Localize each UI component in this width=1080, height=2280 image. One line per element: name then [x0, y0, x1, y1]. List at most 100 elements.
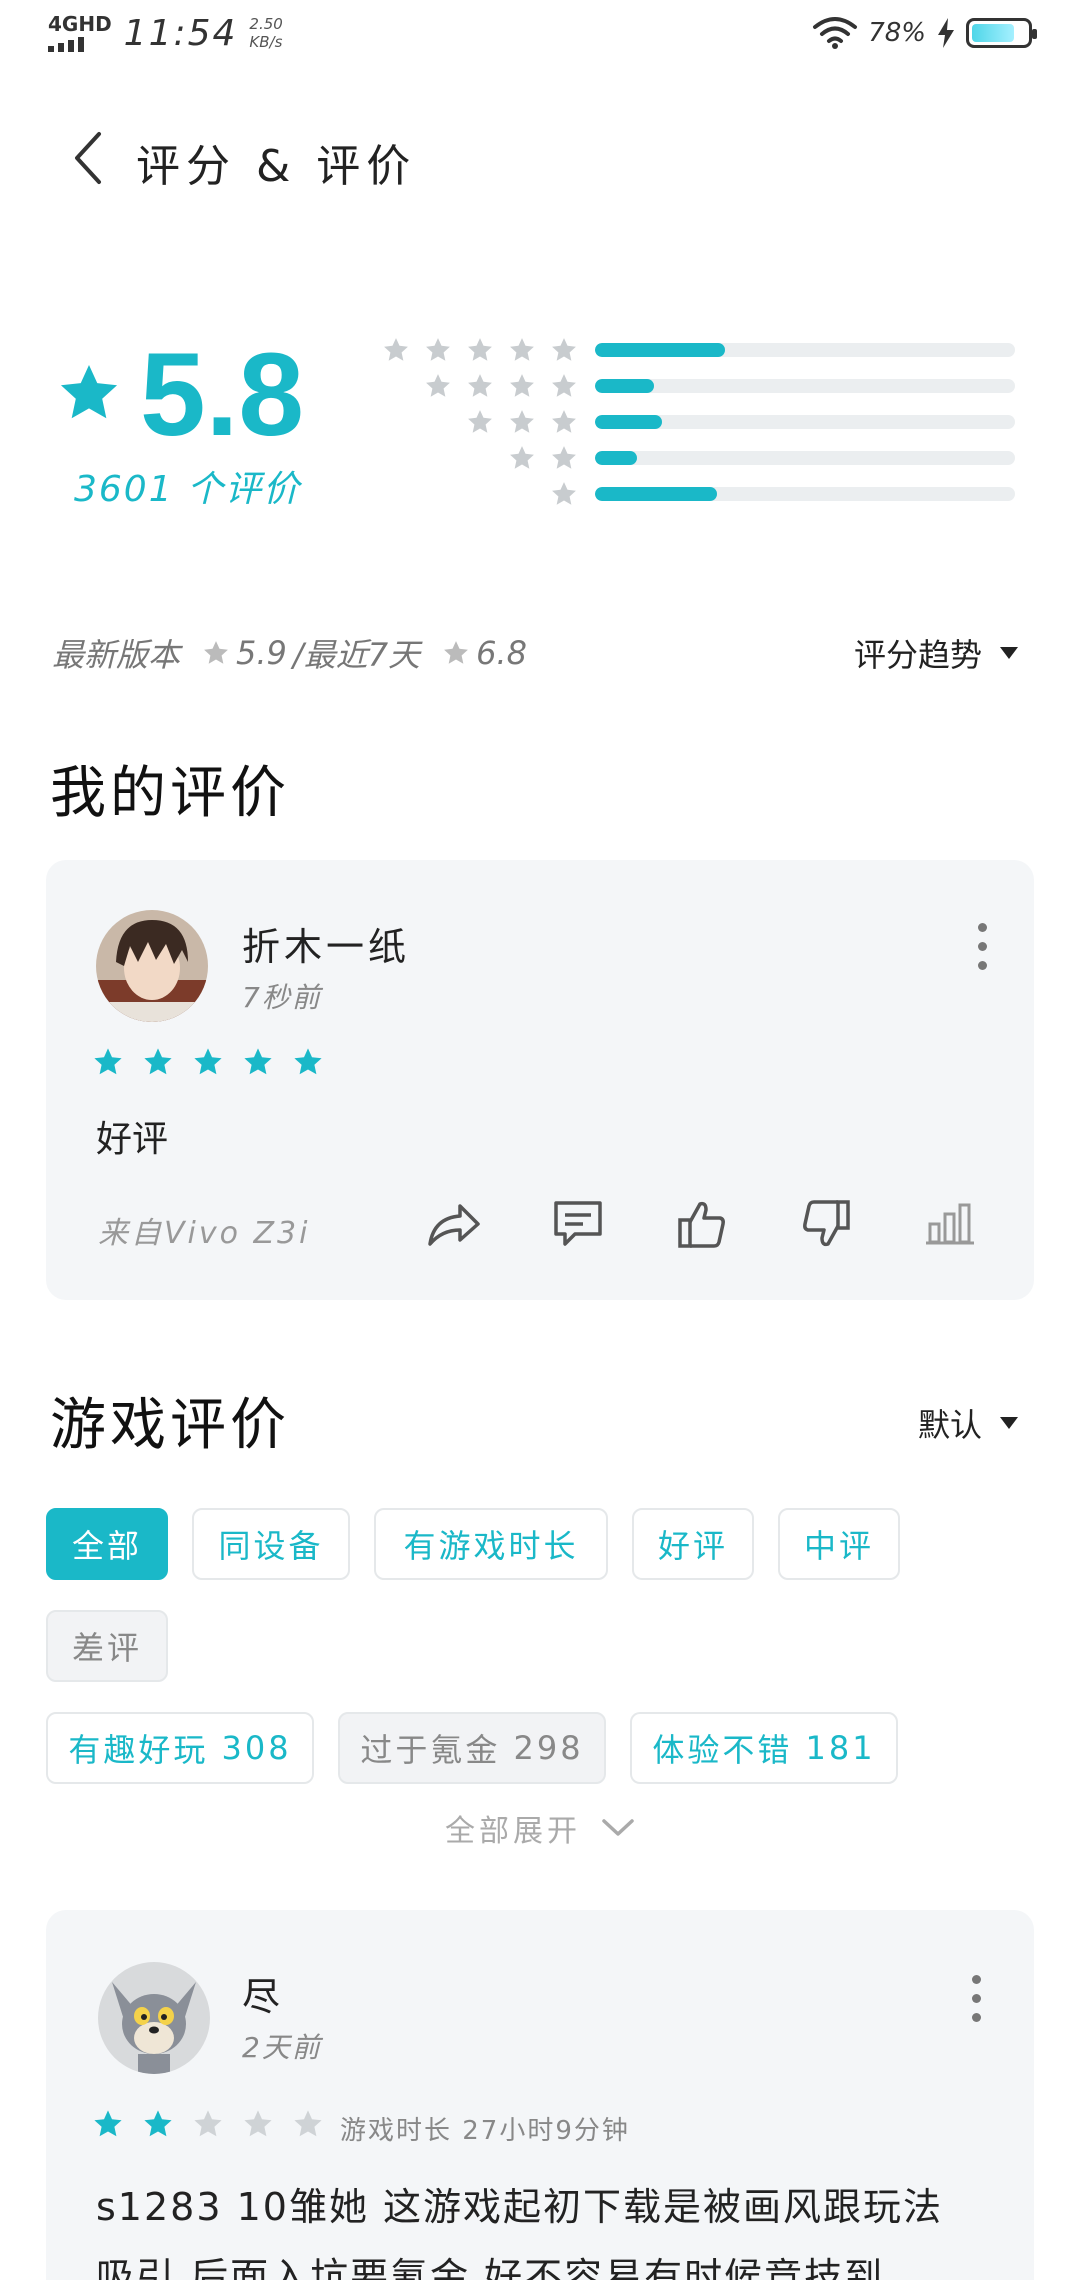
distribution-row [380, 332, 1020, 368]
version-row: 最新版本 5.9 /最近7天 6.8 评分趋势 [0, 620, 1080, 680]
rating-trend-label: 评分趋势 [853, 636, 982, 674]
chevron-down-icon [602, 1819, 634, 1836]
distribution-row [380, 368, 1020, 404]
review-actions [426, 1196, 978, 1252]
rating-trend-button[interactable]: 评分趋势 [854, 630, 1018, 676]
version-scores: 最新版本 5.9 /最近7天 6.8 [52, 630, 527, 676]
expand-all-button[interactable]: 全部展开 [0, 1806, 1080, 1850]
distribution-stars [380, 336, 582, 364]
rating-count: 3601 个评价 [74, 469, 302, 510]
header: 评分 & 评价 [0, 110, 1080, 200]
distribution-row [380, 476, 1020, 512]
star-icon [510, 338, 534, 361]
device-label: 来自Vivo Z3i [98, 1216, 311, 1251]
avatar[interactable] [96, 910, 208, 1022]
my-review-title: 我的评价 [50, 761, 290, 826]
bar-chart-icon [926, 1203, 974, 1245]
back-button[interactable] [58, 128, 118, 188]
share-button[interactable] [426, 1196, 482, 1252]
user-name: 尽 [242, 1975, 285, 2019]
distribution-bar [595, 343, 1015, 357]
star-icon [510, 374, 534, 397]
star-empty-icon [194, 2110, 222, 2137]
filter-same-device[interactable]: 同设备 [192, 1508, 350, 1580]
status-left: 4GHD 11:54 2.50 KB/s [48, 14, 283, 54]
user-name: 折木一纸 [242, 925, 411, 969]
review-text: 好评 [96, 1119, 169, 1160]
filter-negative[interactable]: 差评 [46, 1610, 168, 1682]
tag-pay-to-win[interactable]: 过于氪金 298 [338, 1712, 606, 1784]
net-speed-unit: KB/s [249, 33, 283, 51]
average-score: 5.8 [140, 329, 305, 461]
review-rating-stars [92, 2108, 324, 2140]
share-icon [428, 1204, 480, 1246]
latest-version-score: 5.9 [236, 634, 287, 672]
net-speed: 2.50 KB/s [249, 14, 282, 50]
post-time: 2天前 [242, 2031, 322, 2064]
distribution-bar-fill [595, 343, 726, 357]
distribution-row [380, 404, 1020, 440]
filter-has-playtime[interactable]: 有游戏时长 [374, 1508, 608, 1580]
status-bar: 4GHD 11:54 2.50 KB/s 78% [0, 0, 1080, 70]
battery-icon [966, 18, 1037, 48]
net-speed-value: 2.50 [249, 15, 283, 33]
star-icon [384, 338, 408, 361]
dislike-button[interactable] [798, 1196, 854, 1252]
star-icon [510, 446, 534, 469]
star-icon [510, 410, 534, 433]
dropdown-arrow-icon [1000, 1417, 1018, 1429]
chevron-left-icon [75, 132, 101, 184]
avatar[interactable] [98, 1962, 210, 2074]
comment-button[interactable] [550, 1196, 606, 1252]
stats-button[interactable] [922, 1196, 978, 1252]
star-icon [426, 338, 450, 361]
filter-all[interactable]: 全部 [46, 1508, 168, 1580]
post-time: 7秒前 [242, 981, 322, 1014]
tag-label: 体验不错 [652, 1731, 793, 1769]
distribution-row [380, 440, 1020, 476]
distribution-bar-fill [595, 451, 637, 465]
page-title: 评分 & 评价 [136, 141, 417, 192]
dropdown-arrow-icon [1000, 647, 1018, 659]
distribution-bar-fill [595, 415, 663, 429]
more-options-button[interactable] [956, 1968, 996, 2028]
star-filled-icon [144, 2110, 172, 2137]
tag-fun[interactable]: 有趣好玩 308 [46, 1712, 314, 1784]
distribution-stars [380, 480, 582, 508]
star-icon [60, 364, 118, 419]
star-filled-icon [94, 2110, 122, 2137]
star-filled-icon [244, 1048, 272, 1075]
tag-good-experience[interactable]: 体验不错 181 [630, 1712, 898, 1784]
rating-summary: 5.8 3601 个评价 [0, 320, 1080, 520]
network-indicator: 4GHD [48, 14, 112, 52]
battery-level [972, 24, 1015, 42]
tag-count: 181 [805, 1729, 876, 1767]
star-filled-icon [144, 1048, 172, 1075]
my-rating-stars [92, 1046, 324, 1078]
filter-positive[interactable]: 好评 [632, 1508, 754, 1580]
clock: 11:54 [123, 13, 238, 54]
like-button[interactable] [674, 1196, 730, 1252]
distribution-bar [595, 415, 1015, 429]
star-icon [552, 446, 576, 469]
star-icon [468, 338, 492, 361]
sort-label: 默认 [917, 1406, 982, 1444]
latest-version-label: 最新版本 [52, 636, 181, 674]
signal-icon [48, 36, 84, 52]
playtime-label: 游戏时长 27小时9分钟 [340, 2116, 630, 2146]
star-filled-icon [194, 1048, 222, 1075]
sort-dropdown[interactable]: 默认 [918, 1400, 1018, 1446]
recent-score: 6.8 [476, 634, 527, 672]
star-icon [468, 410, 492, 433]
avatar-image [98, 1962, 210, 2074]
distribution-stars [380, 408, 582, 436]
star-filled-icon [94, 1048, 122, 1075]
star-empty-icon [294, 2110, 322, 2137]
star-icon [468, 374, 492, 397]
game-reviews-title: 游戏评价 [50, 1393, 290, 1458]
star-icon [426, 374, 450, 397]
filter-neutral[interactable]: 中评 [778, 1508, 900, 1580]
tag-label: 有趣好玩 [68, 1731, 209, 1769]
more-options-button[interactable] [962, 916, 1002, 976]
charging-icon [938, 18, 954, 48]
